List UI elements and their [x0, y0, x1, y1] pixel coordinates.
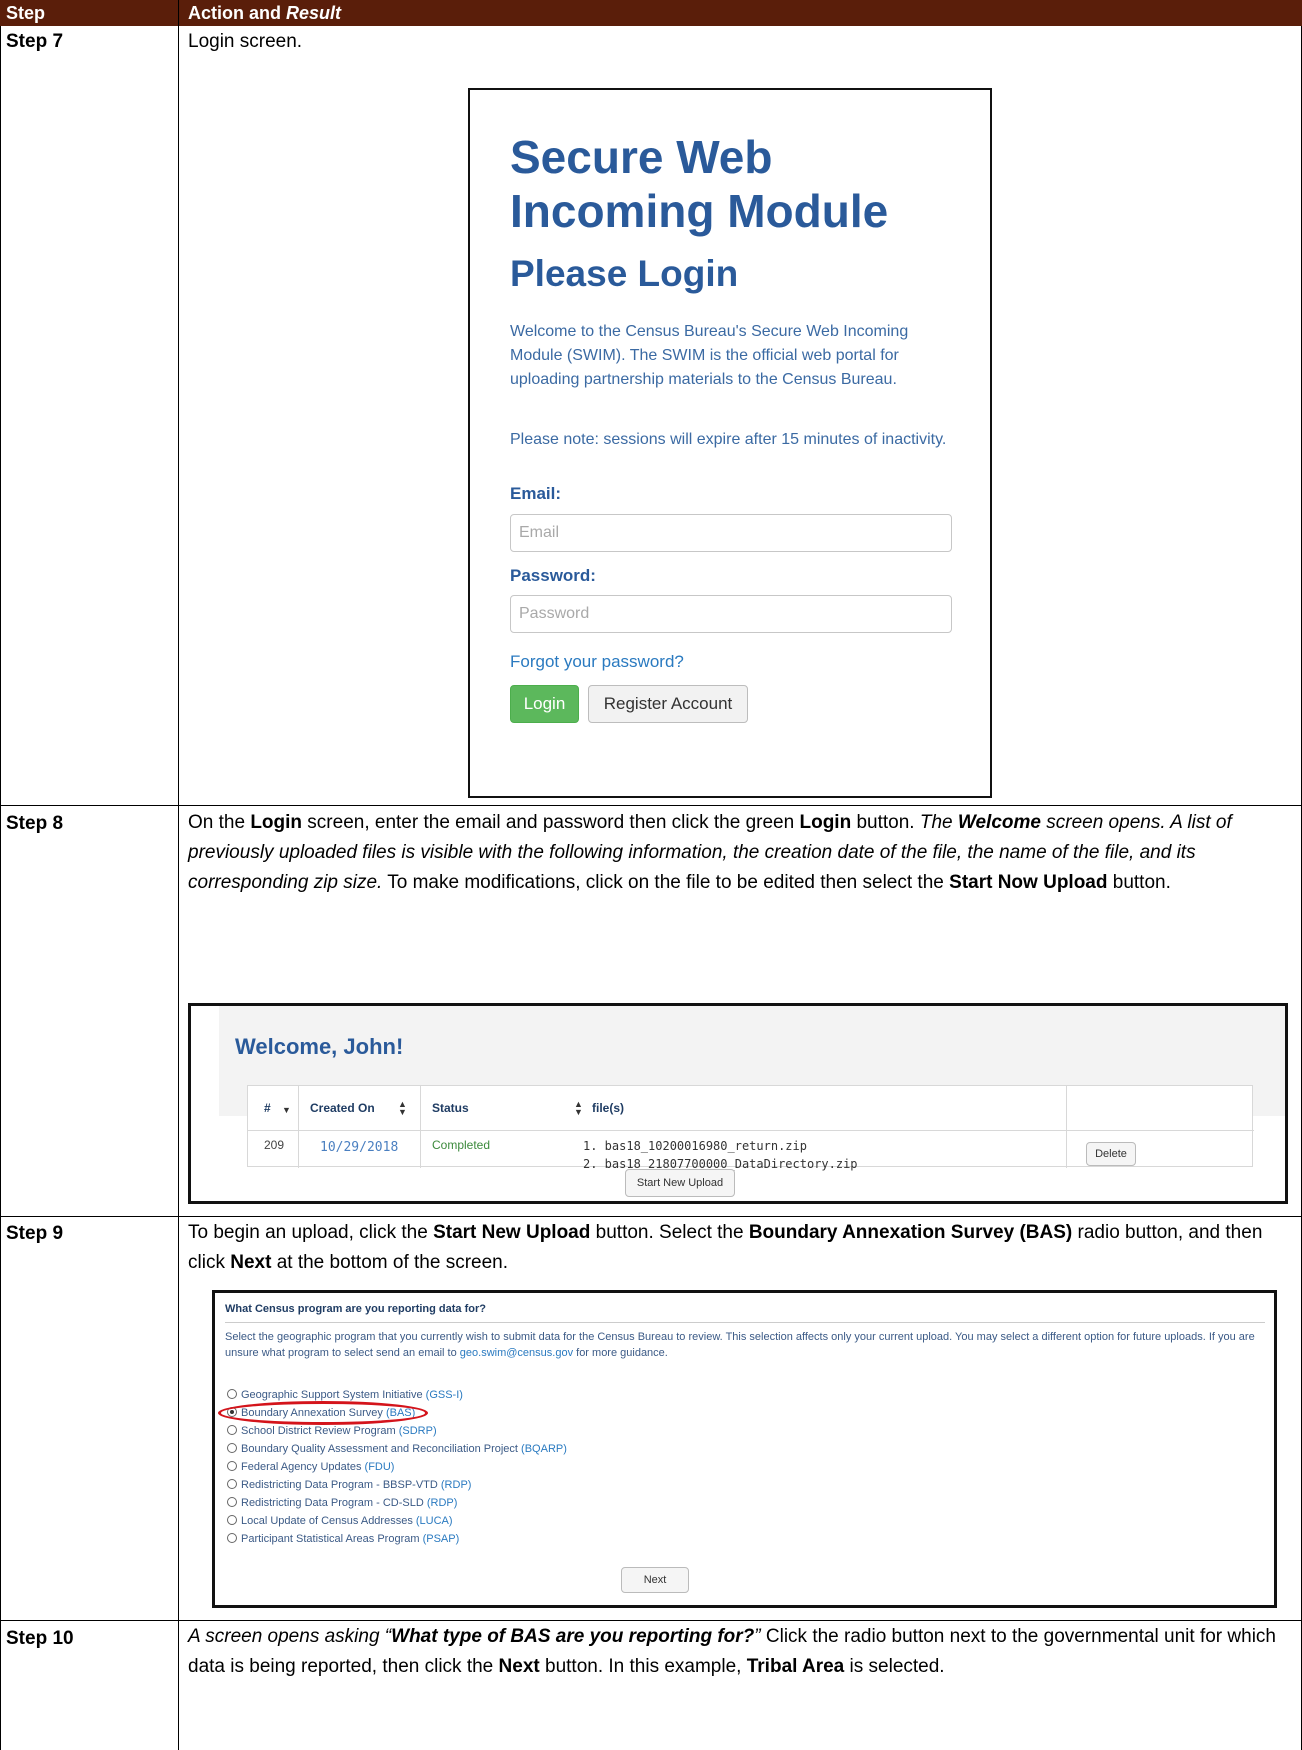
- welcome-title: Welcome, John!: [235, 1034, 404, 1059]
- login-screenshot: Secure Web Incoming Module Please Login …: [468, 88, 992, 798]
- welcome-paragraph: Welcome to the Census Bureau's Secure We…: [510, 323, 909, 388]
- row-created-on[interactable]: 10/29/2018: [320, 1140, 398, 1155]
- step-7-label: Step 7: [6, 31, 64, 52]
- program-option-rdp-sld[interactable]: Redistricting Data Program - CD-SLD (RDP…: [227, 1495, 457, 1511]
- email-link[interactable]: geo.swim@census.gov: [460, 1347, 573, 1359]
- program-option-bqarp[interactable]: Boundary Quality Assessment and Reconcil…: [227, 1441, 567, 1457]
- program-option-psap[interactable]: Participant Statistical Areas Program (P…: [227, 1531, 459, 1547]
- radio-button[interactable]: [227, 1443, 237, 1453]
- app-title: Secure Web Incoming Module: [510, 131, 889, 237]
- row-status: Completed: [432, 1138, 491, 1152]
- step-10-text: A screen opens asking “What type of BAS …: [188, 1626, 1276, 1677]
- welcome-screenshot: Welcome, John! # ▼ Created On ▲ ▼ Status …: [188, 1003, 1288, 1204]
- file-list: 1. bas18_10200016980_return.zip 2. bas18…: [583, 1137, 858, 1173]
- radio-button[interactable]: [227, 1479, 237, 1489]
- next-button[interactable]: Next: [621, 1567, 689, 1593]
- col-created-on[interactable]: Created On: [310, 1086, 375, 1130]
- row-id: 209: [264, 1138, 285, 1152]
- session-note: Please note: sessions will expire after …: [510, 431, 947, 448]
- radio-button[interactable]: [227, 1515, 237, 1525]
- radio-button[interactable]: [227, 1425, 237, 1435]
- login-button[interactable]: Login: [510, 685, 579, 723]
- step-9-label: Step 9: [6, 1223, 64, 1244]
- header-step: Step: [6, 3, 46, 23]
- password-label: Password:: [510, 566, 596, 585]
- col-id[interactable]: #: [264, 1086, 271, 1130]
- program-option-rdp-vtd[interactable]: Redistricting Data Program - BBSP-VTD (R…: [227, 1477, 471, 1493]
- step-10-label: Step 10: [6, 1628, 74, 1649]
- sort-icon[interactable]: ▲ ▼: [574, 1100, 583, 1117]
- sort-desc-icon[interactable]: ▼: [282, 1106, 291, 1115]
- program-selection-screenshot: What Census program are you reporting da…: [212, 1290, 1277, 1608]
- password-field[interactable]: [510, 595, 952, 633]
- radio-button[interactable]: [227, 1533, 237, 1543]
- col-files: file(s): [592, 1101, 625, 1115]
- radio-button[interactable]: [227, 1497, 237, 1507]
- program-option-fdu[interactable]: Federal Agency Updates (FDU): [227, 1459, 394, 1475]
- delete-button[interactable]: Delete: [1086, 1142, 1136, 1166]
- login-heading: Please Login: [510, 253, 739, 294]
- program-option-sdrp[interactable]: School District Review Program (SDRP): [227, 1423, 437, 1439]
- step-8-label: Step 8: [6, 813, 64, 834]
- step-8-text: On the Login screen, enter the email and…: [188, 812, 1232, 893]
- highlight-ellipse: [218, 1401, 428, 1425]
- forgot-password-link[interactable]: Forgot your password?: [510, 652, 684, 672]
- register-account-button[interactable]: Register Account: [588, 685, 748, 723]
- program-option-luca[interactable]: Local Update of Census Addresses (LUCA): [227, 1513, 453, 1529]
- sort-icon[interactable]: ▲ ▼: [398, 1100, 407, 1117]
- col-status[interactable]: Status: [432, 1086, 469, 1130]
- radio-button[interactable]: [227, 1461, 237, 1471]
- start-new-upload-button[interactable]: Start New Upload: [625, 1169, 735, 1197]
- radio-button[interactable]: [227, 1389, 237, 1399]
- step-7-text: Login screen.: [188, 31, 303, 52]
- email-label: Email:: [510, 484, 562, 503]
- header-action: Action and Result: [188, 3, 342, 23]
- program-description: Select the geographic program that you c…: [225, 1331, 1255, 1359]
- step-9-text: To begin an upload, click the Start New …: [188, 1222, 1263, 1273]
- email-field[interactable]: [510, 514, 952, 552]
- program-question: What Census program are you reporting da…: [225, 1303, 486, 1315]
- instruction-table: Step Action and Result Step 7 Login scre…: [0, 0, 1302, 1750]
- file-item[interactable]: 1. bas18_10200016980_return.zip: [583, 1137, 858, 1155]
